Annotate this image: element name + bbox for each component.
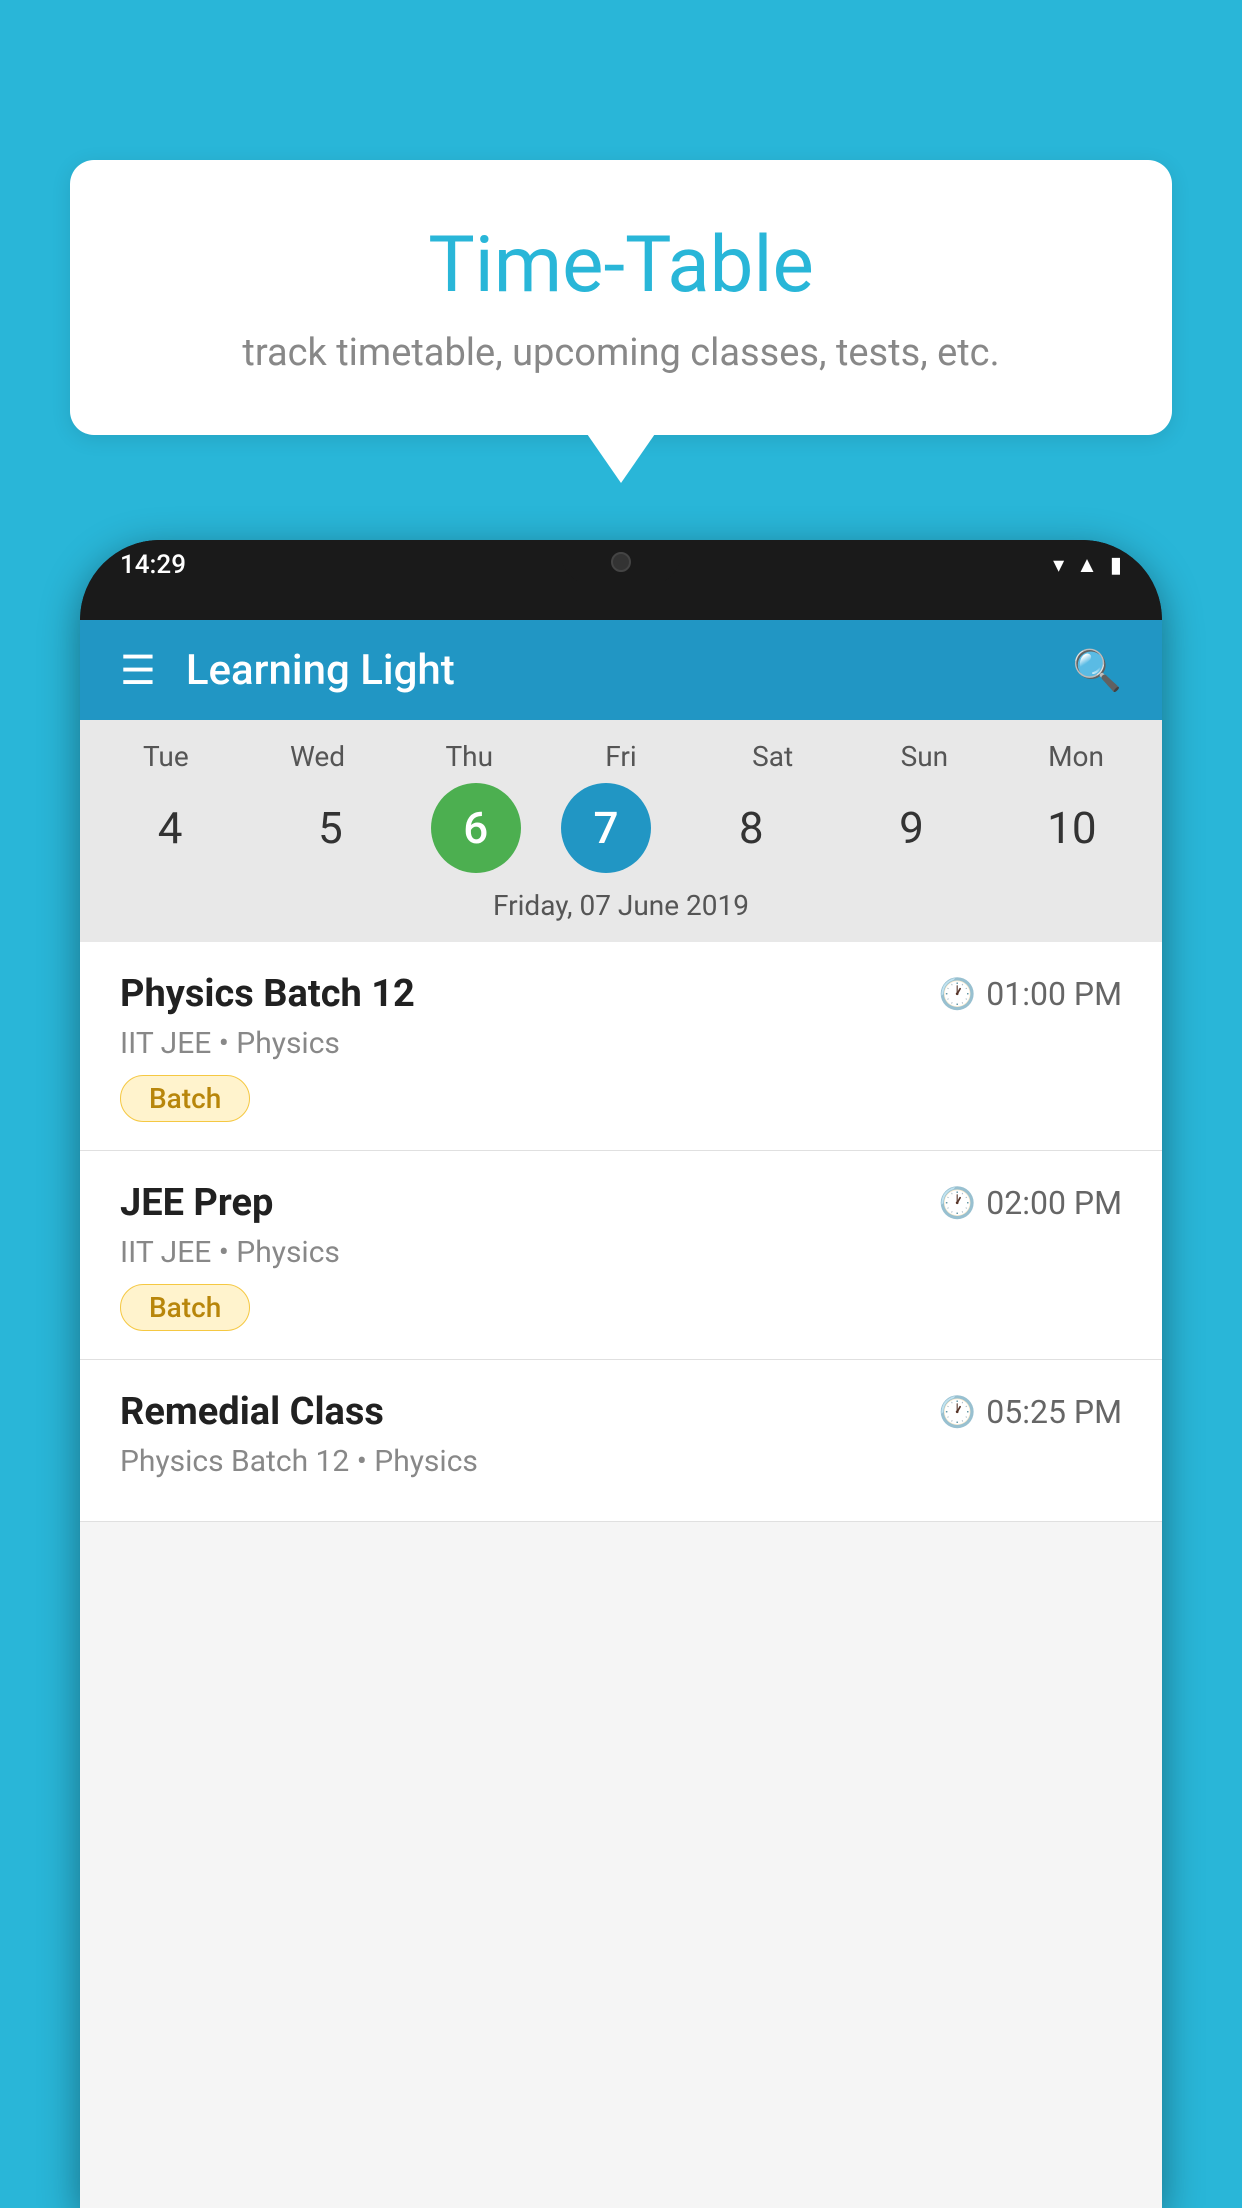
search-icon[interactable]: 🔍 — [1072, 647, 1122, 694]
schedule-item-header: Physics Batch 12 🕐 01:00 PM — [120, 972, 1122, 1016]
phone-bezel-top: 14:29 ▾ ▲ ▮ — [80, 540, 1162, 620]
calendar-day-number[interactable]: 6 — [431, 783, 521, 873]
calendar-day-header: Thu — [409, 740, 529, 773]
calendar-strip: Tue Wed Thu Fri Sat Sun Mon 456789 10 Friday, 0… — [80, 720, 1162, 942]
calendar-day-header: Mon — [1016, 740, 1136, 773]
clock-icon: 🕐 — [939, 1395, 976, 1430]
status-icons: ▾ ▲ ▮ — [1053, 552, 1122, 578]
app-header: ☰ Learning Light 🔍 — [80, 620, 1162, 720]
schedule-item-subtitle: IIT JEE • Physics — [120, 1026, 1122, 1061]
app-title: Learning Light — [186, 646, 1072, 695]
schedule-item-header: JEE Prep 🕐 02:00 PM — [120, 1181, 1122, 1225]
schedule-item-subtitle: IIT JEE • Physics — [120, 1235, 1122, 1270]
batch-badge: Batch — [120, 1075, 250, 1122]
day-headers: Tue Wed Thu Fri Sat Sun Mon — [90, 740, 1152, 773]
calendar-day-number[interactable]: 9 — [852, 783, 972, 873]
app-screen: ☰ Learning Light 🔍 Tue Wed Thu Fri Sat Sun Mon… — [80, 620, 1162, 2208]
clock-icon: 🕐 — [939, 1186, 976, 1221]
calendar-day-number[interactable]: 10 — [1012, 783, 1132, 873]
wifi-icon: ▾ — [1053, 553, 1064, 578]
schedule-item-title: Physics Batch 12 — [120, 972, 415, 1016]
schedule-item[interactable]: Remedial Class 🕐 05:25 PM Physics Batch … — [80, 1360, 1162, 1522]
schedule-item-title: JEE Prep — [120, 1181, 273, 1225]
schedule-list: Physics Batch 12 🕐 01:00 PM IIT JEE • Ph… — [80, 942, 1162, 1522]
calendar-day-header: Sat — [713, 740, 833, 773]
schedule-item[interactable]: Physics Batch 12 🕐 01:00 PM IIT JEE • Ph… — [80, 942, 1162, 1151]
calendar-day-number[interactable]: 5 — [270, 783, 390, 873]
calendar-day-number[interactable]: 8 — [691, 783, 811, 873]
bubble-title: Time-Table — [110, 220, 1132, 311]
schedule-item-header: Remedial Class 🕐 05:25 PM — [120, 1390, 1122, 1434]
clock-icon: 🕐 — [939, 977, 976, 1012]
schedule-item-time: 🕐 01:00 PM — [939, 975, 1122, 1013]
schedule-item-title: Remedial Class — [120, 1390, 384, 1434]
schedule-item[interactable]: JEE Prep 🕐 02:00 PM IIT JEE • Physics Ba… — [80, 1151, 1162, 1360]
calendar-day-header: Tue — [106, 740, 226, 773]
schedule-item-time: 🕐 02:00 PM — [939, 1184, 1122, 1222]
calendar-day-number[interactable]: 4 — [110, 783, 230, 873]
schedule-item-subtitle: Physics Batch 12 • Physics — [120, 1444, 1122, 1479]
phone-inner: 14:29 ▾ ▲ ▮ ☰ Learning Light 🔍 — [80, 540, 1162, 2208]
battery-icon: ▮ — [1110, 553, 1122, 578]
hamburger-menu-icon[interactable]: ☰ — [120, 647, 156, 694]
phone-mockup: 14:29 ▾ ▲ ▮ ☰ Learning Light 🔍 — [80, 540, 1162, 2208]
day-numbers: 456789 10 — [90, 783, 1152, 873]
calendar-day-number[interactable]: 7 — [561, 783, 651, 873]
calendar-day-header: Fri — [561, 740, 681, 773]
bubble-subtitle: track timetable, upcoming classes, tests… — [110, 331, 1132, 375]
selected-date-label: Friday, 07 June 2019 — [90, 889, 1152, 932]
status-time: 14:29 — [120, 550, 186, 580]
speech-bubble-container: Time-Table track timetable, upcoming cla… — [70, 160, 1172, 435]
speech-bubble: Time-Table track timetable, upcoming cla… — [70, 160, 1172, 435]
camera-dot — [611, 552, 631, 572]
calendar-day-header: Sun — [864, 740, 984, 773]
notch — [561, 540, 681, 584]
signal-icon: ▲ — [1076, 552, 1098, 578]
batch-badge: Batch — [120, 1284, 250, 1331]
calendar-day-header: Wed — [258, 740, 378, 773]
schedule-item-time: 🕐 05:25 PM — [939, 1393, 1122, 1431]
